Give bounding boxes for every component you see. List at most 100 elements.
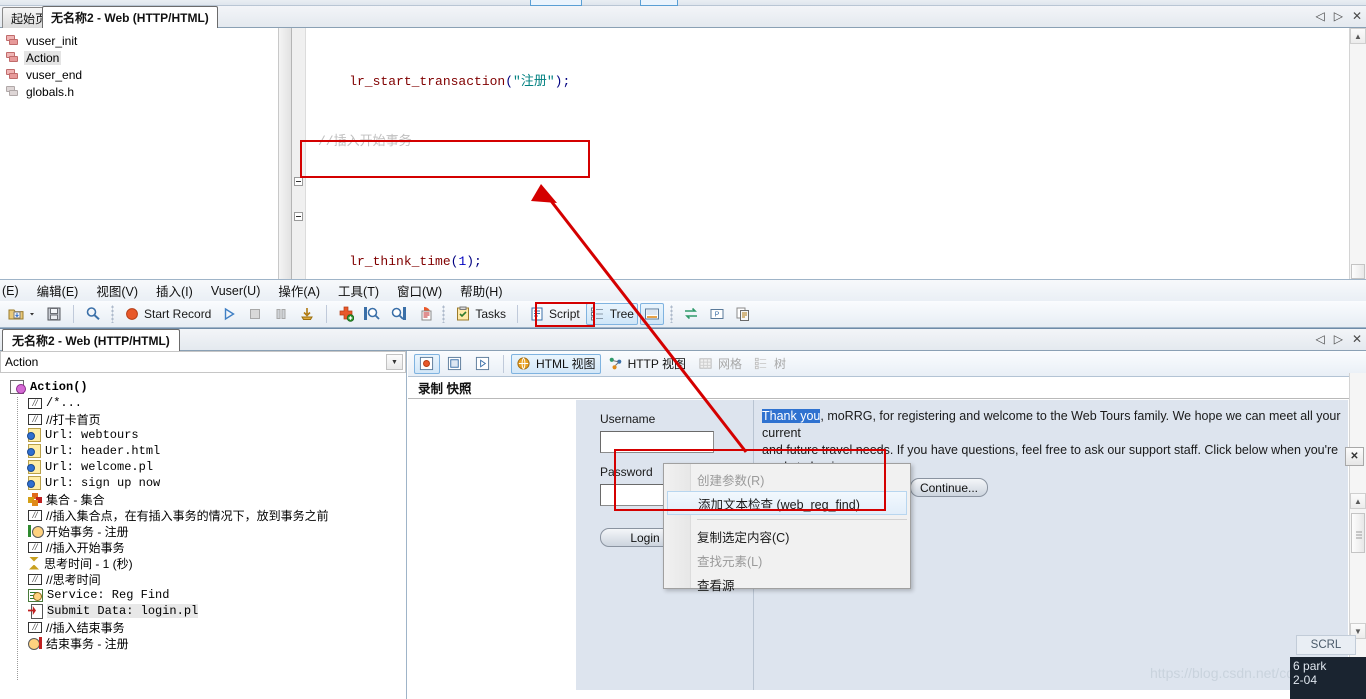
- zoom-in-button[interactable]: [360, 303, 384, 325]
- scroll-thumb[interactable]: [1351, 264, 1365, 279]
- http-view-tab[interactable]: HTTP 视图: [603, 354, 691, 374]
- editor-vertical-splitter[interactable]: [279, 28, 292, 279]
- snapshot-toolbar[interactable]: HTML 视图 HTTP 视图 网格 树: [408, 351, 1366, 377]
- file-item-globals-h[interactable]: globals.h: [0, 83, 278, 100]
- tree-node-start-transaction[interactable]: 开始事务 - 注册: [0, 523, 396, 539]
- tree-node-url-webtours[interactable]: Url: webtours: [0, 427, 396, 443]
- tree-structure-icon: [590, 306, 606, 322]
- tree-node-comment-think-time[interactable]: // //思考时间: [0, 571, 396, 587]
- save-script-button[interactable]: [42, 303, 66, 325]
- chevron-down-icon[interactable]: ▼: [386, 354, 403, 370]
- copy-button[interactable]: [731, 303, 755, 325]
- tree-snapshot-view-tab[interactable]: 树: [749, 354, 791, 374]
- code-text[interactable]: lr_start_transaction("注册"); //插入开始事务 lr_…: [306, 28, 1332, 279]
- tree-node-comment-rendezvous[interactable]: // //插入集合点，在有插入事务的情况下，放到事务之前: [0, 507, 396, 523]
- tree-node-url-header-html[interactable]: Url: header.html: [0, 443, 396, 459]
- menu-item-view[interactable]: 视图(V): [87, 279, 147, 302]
- tree-node-end-transaction[interactable]: 结束事务 - 注册: [0, 635, 396, 651]
- tree-node-service-reg-find[interactable]: Service: Reg Find: [0, 587, 396, 603]
- snapshot-scroll-thumb[interactable]: [1351, 513, 1365, 553]
- vuser-file-list[interactable]: vuser_init Action vuser_end globals.h: [0, 28, 279, 279]
- menu-item-help[interactable]: 帮助(H): [451, 279, 511, 302]
- insert-step-button[interactable]: [295, 303, 319, 325]
- menu-item-file[interactable]: (E): [0, 282, 28, 300]
- file-item-vuser-init[interactable]: vuser_init: [0, 32, 278, 49]
- menu-item-edit[interactable]: 编辑(E): [28, 279, 88, 302]
- bottom-tab-next-icon[interactable]: ▷: [1334, 332, 1343, 346]
- snapshot-pane-toggle-button[interactable]: [639, 303, 664, 325]
- editor-vertical-scrollbar[interactable]: ▲: [1349, 28, 1366, 279]
- function-select[interactable]: Action ▼: [0, 351, 406, 373]
- tab-prev-icon[interactable]: ◁: [1315, 9, 1324, 23]
- tree-view-button[interactable]: Tree: [585, 303, 638, 325]
- continue-button[interactable]: Continue...: [910, 478, 988, 497]
- context-menu[interactable]: 创建参数(R) 添加文本检查 (web_reg_find) 复制选定内容(C) …: [663, 463, 911, 593]
- snapshot-page-icon: [416, 306, 432, 322]
- main-menubar[interactable]: (E) 编辑(E) 视图(V) 插入(I) Vuser(U) 操作(A) 工具(…: [0, 279, 1366, 301]
- context-menu-item-find-element[interactable]: 查找元素(L): [664, 548, 910, 572]
- toolbar-grip[interactable]: [669, 305, 673, 323]
- tree-node-url-welcome-pl[interactable]: Url: welcome.pl: [0, 459, 396, 475]
- start-record-button[interactable]: Start Record: [120, 303, 215, 325]
- bottom-tab-close-icon[interactable]: ✕: [1352, 332, 1362, 346]
- context-menu-item-label: 添加文本检查 (web_reg_find): [698, 497, 860, 512]
- bottom-tab-prev-icon[interactable]: ◁: [1315, 332, 1324, 346]
- tree-node-url-sign-up-now[interactable]: Url: sign up now: [0, 475, 396, 491]
- context-menu-item-create-parameter[interactable]: 创建参数(R): [664, 467, 910, 491]
- script-step-tree[interactable]: Action() // /*... // //打卡首页 Url: webtour…: [0, 375, 396, 699]
- replay-snapshot-button[interactable]: [442, 354, 468, 374]
- run-button[interactable]: [217, 303, 241, 325]
- correlate-button[interactable]: [679, 303, 703, 325]
- toolbar-grip[interactable]: [111, 305, 114, 323]
- context-menu-item-add-text-check[interactable]: 添加文本检查 (web_reg_find): [667, 491, 907, 515]
- menu-item-tools[interactable]: 工具(T): [329, 279, 388, 302]
- tree-node-rendezvous[interactable]: 集合 - 集合: [0, 491, 396, 507]
- fold-marker-submitdata[interactable]: [294, 212, 303, 221]
- find-button[interactable]: [81, 303, 105, 325]
- main-toolbar[interactable]: Start Record Tasks Script Tree P: [0, 301, 1366, 328]
- grid-view-tab[interactable]: 网格: [693, 354, 747, 374]
- tree-node-comment-block[interactable]: // /*...: [0, 395, 396, 411]
- snapshot-button[interactable]: [412, 303, 436, 325]
- menu-item-window-label: 窗口(W): [397, 285, 443, 299]
- selected-text-fragment[interactable]: Thank you: [762, 409, 821, 423]
- tree-node-comment-end-transaction[interactable]: // //插入结束事务: [0, 619, 396, 635]
- menu-item-window[interactable]: 窗口(W): [388, 279, 451, 302]
- pause-button[interactable]: [269, 303, 293, 325]
- tree-node-think-time[interactable]: 思考时间 - 1 (秒): [0, 555, 396, 571]
- tab-next-icon[interactable]: ▷: [1334, 9, 1343, 23]
- toolbar-grip[interactable]: [442, 305, 446, 323]
- html-view-tab[interactable]: HTML 视图: [511, 353, 601, 374]
- snapshot-scroll-up-icon[interactable]: ▲: [1350, 493, 1366, 509]
- tasks-button[interactable]: Tasks: [451, 303, 510, 325]
- context-menu-item-view-source[interactable]: 查看源: [664, 572, 910, 596]
- script-view-button[interactable]: Script: [525, 303, 584, 325]
- stop-button[interactable]: [243, 303, 267, 325]
- menu-item-insert[interactable]: 插入(I): [147, 279, 202, 302]
- chevron-down-icon[interactable]: [28, 306, 36, 322]
- tree-node-comment-homepage[interactable]: // //打卡首页: [0, 411, 396, 427]
- code-editor[interactable]: lr_start_transaction("注册"); //插入开始事务 lr_…: [292, 28, 1332, 279]
- file-item-action[interactable]: Action: [0, 49, 278, 66]
- zoom-out-button[interactable]: [386, 303, 410, 325]
- file-item-vuser-end[interactable]: vuser_end: [0, 66, 278, 83]
- menu-item-actions[interactable]: 操作(A): [269, 279, 329, 302]
- close-icon[interactable]: ✕: [1345, 447, 1364, 466]
- open-script-button[interactable]: [4, 303, 40, 325]
- add-rendezvous-button[interactable]: [334, 303, 358, 325]
- bottom-tab-script-document[interactable]: 无名称2 - Web (HTTP/HTML): [2, 329, 180, 351]
- tree-node-submit-data-login[interactable]: Submit Data: login.pl: [0, 603, 396, 619]
- play-snapshot-button[interactable]: [470, 354, 496, 374]
- parameter-button[interactable]: P: [705, 303, 729, 325]
- scroll-up-icon[interactable]: ▲: [1350, 28, 1366, 44]
- tree-root-action[interactable]: Action(): [0, 379, 396, 395]
- record-snapshot-button[interactable]: [414, 353, 440, 374]
- context-menu-item-copy-selection[interactable]: 复制选定内容(C): [664, 524, 910, 548]
- fold-marker-regfind[interactable]: [294, 177, 303, 186]
- tab-script-document[interactable]: 无名称2 - Web (HTTP/HTML): [42, 6, 218, 28]
- tree-node-comment-start-transaction[interactable]: // //插入开始事务: [0, 539, 396, 555]
- username-input[interactable]: [600, 431, 714, 453]
- menu-item-vuser[interactable]: Vuser(U): [202, 282, 270, 300]
- tab-close-icon[interactable]: ✕: [1352, 9, 1362, 23]
